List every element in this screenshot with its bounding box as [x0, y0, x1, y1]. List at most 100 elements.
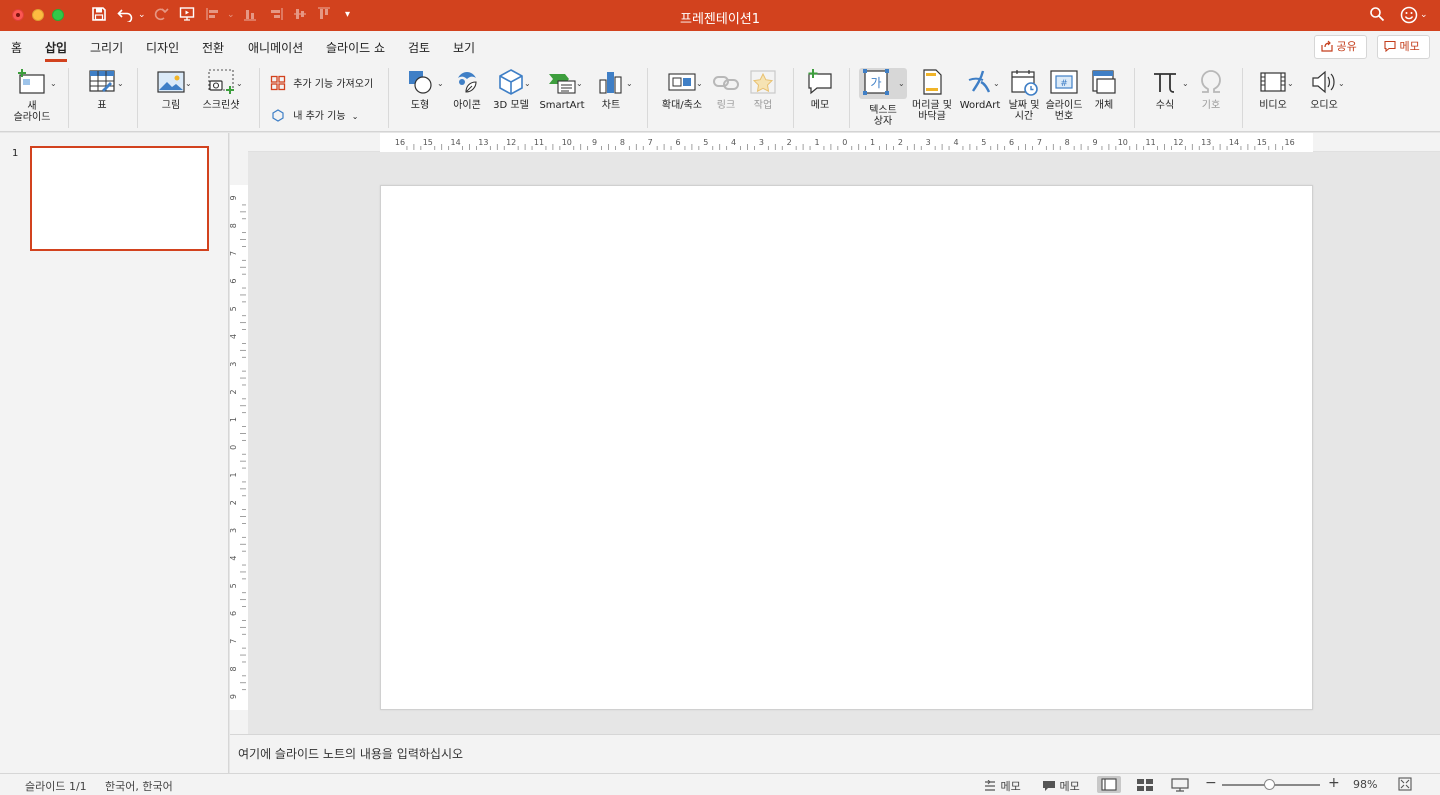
- chart-dropdown-icon[interactable]: ⌄: [626, 79, 633, 88]
- icons-icon: [458, 72, 477, 93]
- shapes-icon: [409, 71, 432, 94]
- zoom-dropdown-icon[interactable]: ⌄: [696, 79, 703, 88]
- equation-button[interactable]: 수식: [1144, 68, 1186, 111]
- audio-dropdown-icon[interactable]: ⌄: [1338, 79, 1345, 88]
- notes-icon: [985, 779, 995, 791]
- ribbon-separator: [137, 68, 138, 128]
- symbol-label: 기호: [1201, 100, 1221, 111]
- 3d-models-button[interactable]: 3D 모델: [489, 68, 533, 111]
- picture-dropdown-icon[interactable]: ⌄: [185, 79, 192, 88]
- share-button[interactable]: 공유: [1314, 35, 1367, 59]
- ribbon-separator: [1242, 68, 1243, 128]
- tab-animations[interactable]: 애니메이션: [248, 39, 303, 56]
- ruler-tick-label: 6: [1009, 138, 1014, 147]
- ruler-tick-label: 1: [230, 472, 238, 477]
- smartart-button[interactable]: SmartArt: [536, 68, 588, 111]
- screenshot-icon: [208, 69, 234, 94]
- notes-pane[interactable]: 여기에 슬라이드 노트의 내용을 입력하십시오: [230, 734, 1440, 773]
- action-label: 작업: [753, 100, 773, 111]
- screenshot-button[interactable]: 스크린샷: [196, 68, 246, 111]
- slide-number-button[interactable]: # 슬라이드 번호: [1042, 68, 1086, 122]
- zoom-slider-handle[interactable]: [1264, 779, 1276, 790]
- table-dropdown-icon[interactable]: ⌄: [117, 79, 124, 88]
- zoom-percentage[interactable]: 98%: [1353, 778, 1377, 791]
- share-label: 공유: [1336, 40, 1357, 53]
- notes-toggle-button[interactable]: 메모: [983, 778, 1021, 794]
- icons-button[interactable]: 아이콘: [446, 68, 488, 111]
- symbol-button[interactable]: 기호: [1192, 68, 1230, 111]
- wordart-dropdown-icon[interactable]: ⌄: [993, 79, 1000, 88]
- ruler-tick-label: 1: [870, 138, 875, 147]
- chart-button[interactable]: 차트: [590, 68, 632, 111]
- 3d-models-dropdown-icon[interactable]: ⌄: [524, 79, 531, 88]
- header-footer-icon: [923, 69, 942, 95]
- zoom-out-button[interactable]: −: [1205, 775, 1217, 791]
- shapes-dropdown-icon[interactable]: ⌄: [437, 79, 444, 88]
- link-button[interactable]: 링크: [708, 68, 744, 111]
- slide-number-icon: #: [1050, 70, 1078, 94]
- notes-placeholder[interactable]: 여기에 슬라이드 노트의 내용을 입력하십시오: [238, 745, 463, 762]
- header-footer-button[interactable]: 머리글 및 바닥글: [908, 68, 956, 122]
- wordart-button[interactable]: WordArt: [956, 68, 1004, 111]
- table-button[interactable]: 표: [80, 68, 124, 111]
- video-button[interactable]: 비디오: [1252, 68, 1294, 111]
- ruler-tick-label: 11: [1146, 138, 1156, 147]
- table-label: 표: [97, 100, 107, 111]
- comments-button[interactable]: 메모: [1377, 35, 1430, 59]
- picture-button[interactable]: 그림: [147, 68, 195, 111]
- svg-text:가: 가: [870, 76, 881, 90]
- get-addins-button[interactable]: 추가 기능 가져오기: [270, 75, 373, 91]
- new-slide-dropdown-icon[interactable]: ⌄: [50, 79, 57, 88]
- tab-home[interactable]: 홈: [11, 39, 22, 56]
- ruler-tick-label: 12: [506, 138, 516, 147]
- smartart-dropdown-icon[interactable]: ⌄: [576, 79, 583, 88]
- date-time-button[interactable]: 날짜 및 시간: [1003, 68, 1045, 122]
- tab-transitions[interactable]: 전환: [202, 39, 224, 56]
- current-slide[interactable]: [380, 185, 1313, 710]
- audio-button[interactable]: 오디오: [1302, 68, 1346, 111]
- shapes-button[interactable]: 도형: [398, 68, 442, 111]
- tab-slideshow[interactable]: 슬라이드 쇼: [326, 39, 385, 56]
- equation-dropdown-icon[interactable]: ⌄: [1182, 79, 1189, 88]
- action-button[interactable]: 작업: [745, 68, 781, 111]
- get-addins-label: 추가 기능 가져오기: [293, 79, 374, 90]
- slide-sorter-view-button[interactable]: [1133, 776, 1157, 793]
- calendar-clock-icon: [1011, 70, 1038, 96]
- smiley-feedback-icon[interactable]: [1400, 6, 1418, 28]
- my-addins-button[interactable]: 내 추가 기능 ⌄: [270, 107, 358, 123]
- comment-label: 메모: [810, 100, 830, 111]
- language-indicator[interactable]: 한국어, 한국어: [105, 778, 173, 794]
- ruler-tick-label: 4: [731, 138, 736, 147]
- slide-thumbnails-pane: 1: [0, 133, 229, 773]
- slide-thumbnail[interactable]: [30, 146, 209, 251]
- tab-review[interactable]: 검토: [408, 39, 430, 56]
- date-time-label: 날짜 및 시간: [1008, 100, 1040, 122]
- ruler-tick-label: 7: [230, 251, 238, 256]
- feedback-dropdown-icon[interactable]: ⌄: [1420, 10, 1428, 20]
- slideshow-view-button[interactable]: [1168, 776, 1192, 793]
- video-dropdown-icon[interactable]: ⌄: [1287, 79, 1294, 88]
- picture-label: 그림: [161, 100, 181, 111]
- new-slide-button[interactable]: 새 슬라이드: [8, 68, 56, 123]
- ruler-tick-label: 2: [787, 138, 792, 147]
- screenshot-dropdown-icon[interactable]: ⌄: [236, 79, 243, 88]
- comment-button[interactable]: 메모: [802, 68, 838, 111]
- ruler-tick-label: 6: [230, 611, 238, 616]
- comments-toggle-button[interactable]: 메모: [1042, 778, 1080, 794]
- ruler-tick-label: 3: [759, 138, 764, 147]
- slide-thumbnail-number: 1: [12, 148, 19, 159]
- tab-insert[interactable]: 삽입: [45, 39, 68, 62]
- object-button[interactable]: 개체: [1086, 68, 1122, 111]
- normal-view-button[interactable]: [1097, 776, 1121, 793]
- horizontal-ruler: 16 15 14 13 12 11 10 9 8 7 6 5 4 3 2 1 0 1 2 3 4 5 6 7 8 9 10 11 12 1…: [230, 133, 1440, 152]
- search-icon[interactable]: [1369, 6, 1385, 26]
- ruler-tick-label: 9: [1092, 138, 1097, 147]
- zoom-in-button[interactable]: +: [1328, 775, 1340, 791]
- fit-to-window-button[interactable]: [1398, 777, 1412, 794]
- smartart-label: SmartArt: [539, 100, 585, 111]
- textbox-dropdown-icon[interactable]: ⌄: [898, 79, 905, 88]
- tab-draw[interactable]: 그리기: [90, 39, 123, 56]
- tab-design[interactable]: 디자인: [146, 39, 179, 56]
- zoom-button[interactable]: 확대/축소: [657, 68, 707, 111]
- tab-view[interactable]: 보기: [453, 39, 475, 56]
